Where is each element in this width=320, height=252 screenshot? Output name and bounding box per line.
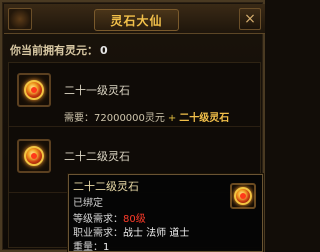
owned-line: 你当前拥有灵元： 0 [10,42,108,58]
item-tooltip: 二十二级灵石 已绑定 等级需求：80级 职业需求：战士 法师 道士 重量：1 [68,174,263,252]
list-item[interactable]: 二十一级灵石 需要：72000000灵元 + 二十级灵石 [9,63,260,127]
title-bar: 灵石大仙 × [4,4,265,34]
item-name: 二十一级灵石 [64,84,130,97]
requirement-label: 需要： [64,113,94,124]
class-value: 战士 法师 道士 [123,228,190,239]
tooltip-level-requirement: 等级需求：80级 [73,210,146,225]
tooltip-item-slot [230,183,256,209]
weight-value: 1 [103,242,110,252]
title-frame: 灵石大仙 [94,9,179,31]
gem-core [31,87,37,93]
gem-core [31,153,37,159]
tooltip-item-name: 二十二级灵石 [73,180,139,193]
tooltip-class-requirement: 职业需求：战士 法师 道士 [73,224,189,239]
close-button[interactable]: × [239,8,261,30]
tooltip-bound-status: 已绑定 [73,198,103,209]
requirement-plus: + [167,113,177,124]
spirit-stone-gem-icon [234,187,252,205]
spirit-stone-gem-icon [24,80,44,100]
close-icon: × [244,11,256,27]
owned-value: 0 [100,44,108,57]
owned-label: 你当前拥有灵元： [10,44,98,57]
spirit-stone-gem-icon [24,146,44,166]
requirement-item: 二十级灵石 [179,113,230,124]
item-slot[interactable] [17,139,51,173]
gem-core [240,193,246,199]
window-title: 灵石大仙 [110,14,163,28]
item-requirement: 需要：72000000灵元 + 二十级灵石 [64,109,229,124]
spirit-stone-window: 灵石大仙 × 你当前拥有灵元： 0 二十一级灵石 需要：72000000灵元 + 二十… [0,0,265,252]
item-slot[interactable] [17,73,51,107]
tooltip-weight: 重量：1 [73,238,109,252]
item-name: 二十二级灵石 [64,150,130,163]
requirement-amount: 72000000灵元 [94,113,165,124]
weight-label: 重量： [73,242,103,252]
ornament-icon [8,8,32,30]
